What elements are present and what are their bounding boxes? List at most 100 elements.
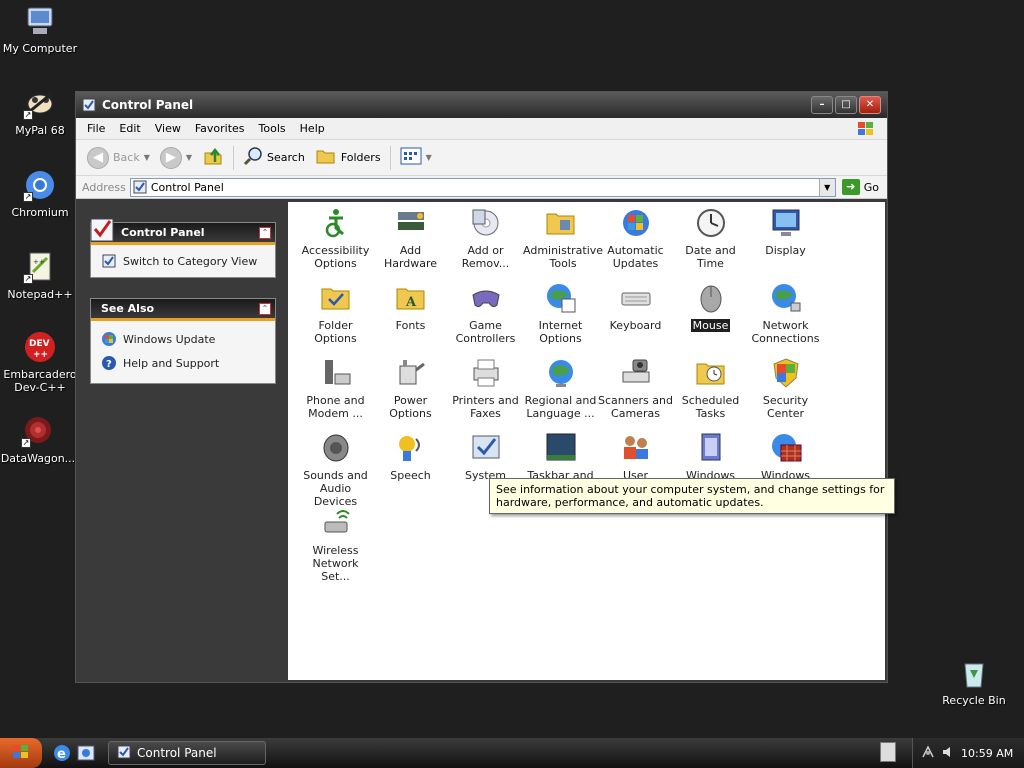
forward-button[interactable]: ▶ ▼ [155, 143, 197, 173]
cp-item-mouse[interactable]: Mouse [673, 281, 748, 332]
cp-item-fonts[interactable]: A Fonts [373, 281, 448, 332]
cp-item-label: Security Center [762, 394, 809, 420]
recycle-bin-icon [957, 656, 991, 690]
windows-logo-icon [10, 743, 32, 764]
network-tray-icon[interactable] [921, 744, 935, 762]
scheduled-tasks-icon [694, 356, 728, 390]
maximize-button[interactable]: □ [835, 96, 857, 114]
cp-item-folder-options[interactable]: Folder Options [298, 281, 373, 345]
menu-edit[interactable]: Edit [112, 118, 147, 140]
desktop-icon-my-computer[interactable]: My Computer [0, 4, 80, 55]
task-box-header[interactable]: See Also ⌃ [91, 299, 275, 321]
clock[interactable]: 10:59 AM [961, 747, 1013, 760]
cp-item-label: Add Hardware [383, 244, 438, 270]
cp-item-taskbar[interactable]: Taskbar and [523, 431, 598, 482]
minimize-button[interactable]: – [811, 96, 833, 114]
cp-item-security-center[interactable]: Security Center [748, 356, 823, 420]
cp-item-display[interactable]: Display [748, 206, 823, 257]
desktop-icon-recycle-bin[interactable]: Recycle Bin [934, 656, 1014, 707]
cp-item-label: Phone and Modem ... [306, 394, 365, 420]
help-support-link[interactable]: ? Help and Support [91, 351, 275, 375]
shortcut-arrow-icon: ↗ [21, 438, 31, 448]
windows-update-link[interactable]: Windows Update [91, 327, 275, 351]
desktop-icon-devcpp[interactable]: DEV ++ Embarcadero Dev-C++ [0, 330, 80, 394]
volume-tray-icon[interactable] [941, 745, 955, 762]
task-box-header[interactable]: Control Panel ⌃ [90, 218, 275, 245]
start-button[interactable] [0, 738, 42, 768]
show-desktop-icon[interactable] [76, 743, 96, 763]
taskbar-control-panel-button[interactable]: Control Panel [108, 741, 266, 765]
search-label: Search [267, 151, 305, 164]
cp-item-add-remove[interactable]: Add or Remov... [448, 206, 523, 270]
address-dropdown-icon[interactable]: ▼ [818, 178, 835, 196]
cp-item-game-controllers[interactable]: Game Controllers [448, 281, 523, 345]
cp-item-scanners[interactable]: Scanners and Cameras [598, 356, 673, 420]
cp-item-printers[interactable]: Printers and Faxes [448, 356, 523, 420]
cp-item-date-time[interactable]: Date and Time [673, 206, 748, 270]
control-panel-task-box: Control Panel ⌃ Switch to Category View [90, 218, 276, 278]
menu-file[interactable]: File [80, 118, 112, 140]
desktop-icon-notepadpp[interactable]: ++ ↗ Notepad++ [0, 250, 80, 301]
cp-item-accessibility[interactable]: Accessibility Options [298, 206, 373, 270]
go-button[interactable]: ➜ Go [836, 179, 887, 195]
address-input[interactable]: Control Panel ▼ [129, 177, 836, 197]
cp-item-scheduled-tasks[interactable]: Scheduled Tasks [673, 356, 748, 420]
cp-item-power[interactable]: Power Options [373, 356, 448, 420]
help-icon: ? [101, 355, 117, 371]
regional-icon [544, 356, 578, 390]
switch-category-view-link[interactable]: Switch to Category View [91, 245, 275, 277]
menu-help[interactable]: Help [293, 118, 332, 140]
cp-item-wireless[interactable]: Wireless Network Set... [298, 506, 373, 583]
cp-item-automatic-updates[interactable]: Automatic Updates [598, 206, 673, 270]
address-value: Control Panel [150, 180, 224, 194]
collapse-icon[interactable]: ⌃ [259, 227, 271, 239]
cp-item-label: Accessibility Options [301, 244, 370, 270]
task-box-title: See Also [101, 302, 155, 315]
control-panel-icon [117, 745, 131, 762]
cp-item-phone-modem[interactable]: Phone and Modem ... [298, 356, 373, 420]
cp-item-add-hardware[interactable]: Add Hardware [373, 206, 448, 270]
internet-options-icon [544, 281, 578, 315]
accessibility-icon [319, 206, 353, 240]
cp-item-speech[interactable]: Speech [373, 431, 448, 482]
task-link-label: Switch to Category View [123, 254, 258, 268]
cp-item-label: Scanners and Cameras [598, 394, 673, 420]
views-button[interactable]: ▼ [395, 143, 437, 173]
cp-item-regional[interactable]: Regional and Language ... [523, 356, 598, 420]
internet-explorer-icon[interactable]: e [52, 743, 72, 763]
up-folder-button[interactable] [197, 143, 229, 173]
collapse-icon[interactable]: ⌃ [259, 303, 271, 315]
go-label: Go [863, 180, 879, 194]
search-button[interactable]: Search [238, 143, 310, 173]
menu-tools[interactable]: Tools [252, 118, 293, 140]
cp-item-windows-cardspace[interactable]: Windows [673, 431, 748, 482]
cp-item-windows-firewall[interactable]: Windows [748, 431, 823, 482]
menu-view[interactable]: View [148, 118, 188, 140]
cp-item-network[interactable]: Network Connections [748, 281, 823, 345]
cp-item-keyboard[interactable]: Keyboard [598, 281, 673, 332]
folders-button[interactable]: Folders [310, 143, 386, 173]
svg-text:A: A [405, 295, 417, 310]
desktop-icon-datawagon[interactable]: ↗ DataWagon... [0, 414, 78, 465]
cp-item-internet-options[interactable]: Internet Options [523, 281, 598, 345]
menu-favorites[interactable]: Favorites [188, 118, 252, 140]
title-bar[interactable]: Control Panel – □ ✕ [76, 92, 887, 118]
task-pane: Control Panel ⌃ Switch to Category View … [78, 202, 288, 680]
desktop-icon-label: MyPal 68 [15, 124, 65, 137]
back-button[interactable]: ◀ Back ▼ [82, 143, 155, 173]
keyboard-layout-icon[interactable] [880, 742, 896, 762]
folders-label: Folders [340, 151, 381, 164]
cp-item-system[interactable]: System [448, 431, 523, 482]
close-button[interactable]: ✕ [859, 96, 881, 114]
desktop-icon-mypal[interactable]: ↗ MyPal 68 [0, 86, 80, 137]
cp-item-label: Keyboard [609, 319, 662, 332]
desktop-icon-label: DataWagon... [0, 452, 76, 465]
menu-bar: File Edit View Favorites Tools Help [76, 118, 887, 140]
folder-options-icon [319, 281, 353, 315]
control-panel-icon [89, 215, 117, 243]
window-body: Control Panel ⌃ Switch to Category View … [78, 202, 885, 680]
cp-item-sounds[interactable]: Sounds and Audio Devices [298, 431, 373, 508]
cp-item-admin-tools[interactable]: Administrative Tools [523, 206, 603, 270]
desktop-icon-chromium[interactable]: ↗ Chromium [0, 168, 80, 219]
task-box-title: Control Panel [121, 226, 205, 239]
